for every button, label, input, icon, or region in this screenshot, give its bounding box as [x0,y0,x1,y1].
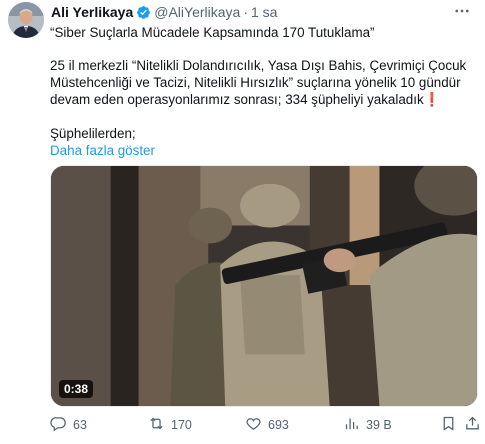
video-duration-badge: 0:38 [59,380,94,398]
tweet-text: “Siber Suçlarla Mücadele Kapsamında 170 … [50,24,475,159]
repost-icon [148,415,165,435]
bookmark-icon [440,415,457,435]
share-icon [464,415,481,435]
author-name[interactable]: Ali Yerlikaya [51,4,133,20]
views-button[interactable]: 39 B [343,414,392,436]
tweet-suspects-label: Şüphelilerden; [50,126,136,141]
repost-count: 170 [171,418,192,432]
verified-badge-icon [136,5,151,20]
like-count: 693 [268,418,289,432]
reply-count: 63 [73,418,87,432]
repost-button[interactable]: 170 [148,414,192,436]
tweet-video[interactable]: 0:38 [50,165,478,407]
like-button[interactable]: 693 [245,414,289,436]
views-chart-icon [343,415,360,435]
like-heart-icon [245,415,262,435]
header-separator: · [243,4,248,20]
reply-icon [50,415,67,435]
author-handle[interactable]: @AliYerlikaya [154,4,240,20]
tweet-header: Ali Yerlikaya @AliYerlikaya · 1 sa [51,3,277,21]
tweet-body: 25 il merkezli “Nitelikli Dolandırıcılık… [50,58,467,107]
views-count: 39 B [366,418,392,432]
reply-button[interactable]: 63 [50,414,87,436]
tweet-timestamp[interactable]: 1 sa [251,4,277,20]
more-options-icon[interactable] [451,2,473,20]
tweet-title-line: “Siber Suçlarla Mücadele Kapsamında 170 … [50,25,375,40]
bookmark-button[interactable] [440,414,457,436]
author-avatar[interactable] [8,2,44,38]
show-more-link[interactable]: Daha fazla göster [50,142,475,159]
share-button[interactable] [464,414,481,436]
tweet-actions-bar: 63 170 693 39 B [50,414,481,436]
video-thumbnail [51,166,477,406]
